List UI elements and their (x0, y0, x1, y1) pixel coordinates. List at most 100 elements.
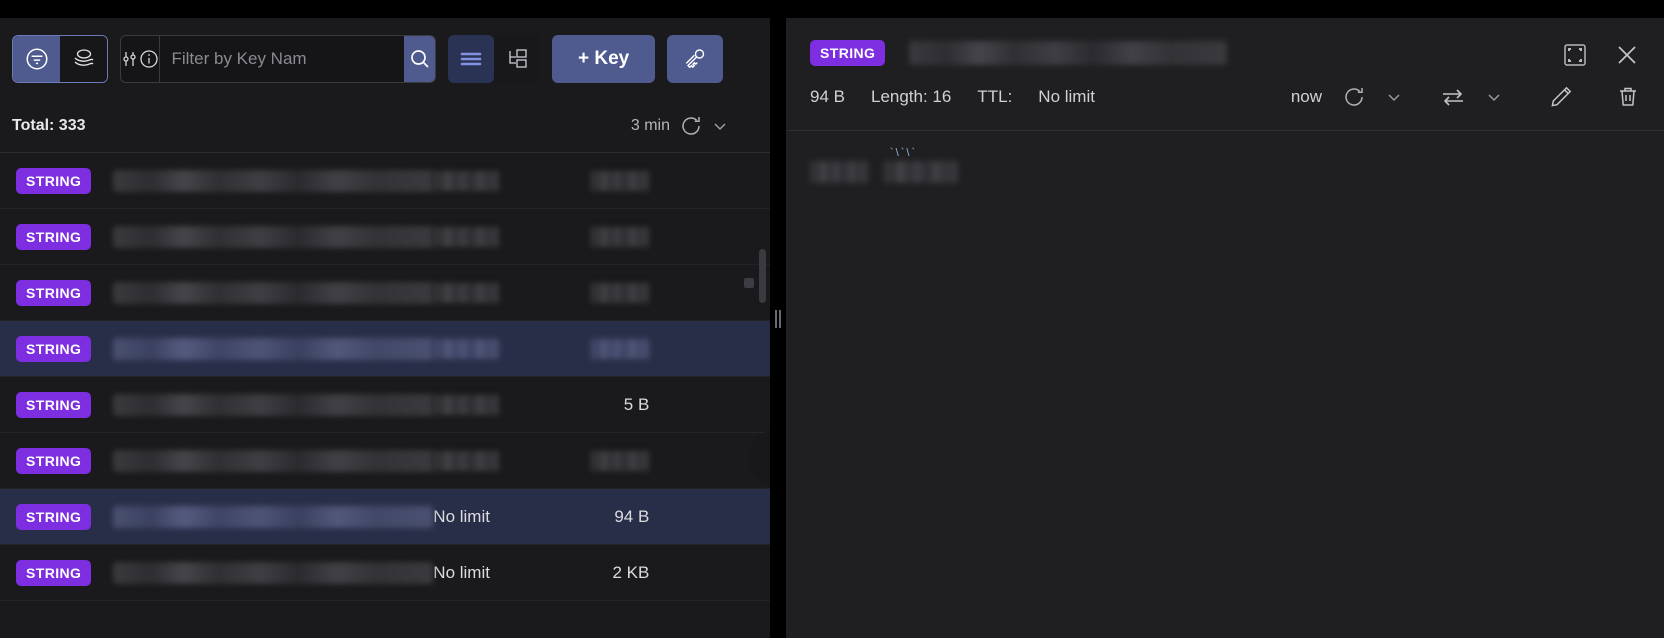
key-ttl-cell (433, 282, 571, 303)
filter-circle-icon (24, 46, 50, 72)
fullscreen-icon[interactable] (1562, 42, 1588, 68)
blurred-value (433, 394, 500, 415)
tree-view-button[interactable] (494, 35, 540, 83)
key-title-wrap: STRING (810, 40, 1562, 66)
key-type-badge: STRING (16, 391, 92, 418)
key-size-cell (571, 226, 667, 247)
view-mode-group (448, 35, 540, 83)
key-ttl-cell (433, 450, 571, 471)
key-name-cell (113, 505, 434, 528)
key-value-chunk-wrap: `\`\` (884, 147, 958, 183)
table-row[interactable]: STRING (0, 153, 770, 209)
layers-stack-icon (71, 47, 97, 71)
key-value-area[interactable]: `\`\` (786, 131, 1664, 638)
close-icon[interactable] (1614, 42, 1640, 68)
scroll-nub[interactable] (744, 278, 754, 288)
table-row[interactable]: STRING (0, 321, 770, 377)
key-meta-actions: now (1291, 84, 1640, 110)
refresh-controls: 3 min (631, 114, 758, 138)
key-ttl-cell (433, 226, 571, 247)
trash-icon[interactable] (1616, 84, 1640, 110)
key-value-chunk (884, 161, 958, 183)
blurred-value (591, 338, 650, 359)
key-type-badge: STRING (16, 335, 92, 362)
filter-mode-segmented-control (12, 35, 108, 83)
total-count-label: Total: 333 (12, 117, 86, 134)
swap-format-icon[interactable] (1440, 86, 1466, 108)
blurred-value (591, 170, 650, 191)
key-type-badge: STRING (16, 447, 92, 474)
key-name-cell (113, 169, 434, 192)
key-value-chunk (810, 161, 868, 183)
list-scrollbar[interactable] (759, 249, 766, 303)
refresh-icon[interactable] (679, 114, 703, 138)
list-view-button[interactable] (448, 35, 494, 83)
sliders-icon (121, 49, 139, 69)
key-size-cell (571, 338, 667, 359)
key-name-cell (113, 449, 434, 472)
key-name-cell (113, 561, 434, 584)
filter-circle-button[interactable] (13, 36, 60, 82)
key-details-header: STRING (786, 18, 1664, 68)
search-button[interactable] (404, 36, 435, 82)
key-type-badge: STRING (16, 223, 92, 250)
key-ttl-cell: No limit (433, 506, 490, 526)
key-name-value[interactable] (909, 41, 1228, 65)
key-ttl-cell (433, 338, 571, 359)
key-size-value: 94 B (810, 87, 845, 106)
blurred-value (433, 338, 500, 359)
key-size-cell (571, 170, 667, 191)
chevron-down-icon[interactable] (1486, 89, 1502, 105)
key-list-subbar: Total: 333 3 min (0, 100, 770, 152)
key-filter-box (120, 35, 436, 83)
key-ttl-label: TTL: (977, 87, 1013, 106)
key-value-syntax-hint: `\`\` (890, 147, 918, 159)
info-circle-icon (139, 49, 159, 69)
key-ttl-cell: No limit (433, 562, 490, 582)
key-type-badge: STRING (16, 559, 92, 586)
key-type-badge: STRING (16, 167, 92, 194)
key-list[interactable]: STRING STRING STRING STRING STRING 5 B STRING S… (0, 153, 770, 638)
key-list-panel: + Key Total: 333 3 min (0, 18, 770, 638)
key-details-meta: 94 B Length: 16 TTL: No limit now (786, 68, 1664, 110)
refresh-icon[interactable] (1342, 85, 1366, 109)
key-length-value: Length: 16 (870, 87, 952, 106)
blurred-value (591, 226, 650, 247)
table-row[interactable]: STRING (0, 209, 770, 265)
table-row[interactable]: STRING (0, 265, 770, 321)
splitter-grip-icon (775, 310, 781, 328)
pencil-icon[interactable] (1548, 84, 1574, 110)
app-root: + Key Total: 333 3 min (0, 0, 1664, 638)
key-size-cell (571, 282, 667, 303)
chevron-down-icon[interactable] (712, 118, 728, 134)
panel-splitter[interactable] (770, 0, 786, 638)
filter-info-button[interactable] (139, 36, 159, 82)
last-refresh-label: now (1290, 87, 1322, 106)
key-ttl-cell (433, 170, 571, 191)
key-name-cell (113, 393, 434, 416)
table-row[interactable]: STRING 5 B (0, 377, 770, 433)
table-row[interactable]: STRING No limit 94 B (0, 489, 770, 545)
bulk-keys-button[interactable] (667, 35, 724, 83)
refresh-interval-label: 3 min (630, 117, 670, 134)
key-type-badge: STRING (16, 503, 92, 530)
filter-settings-button[interactable] (121, 36, 139, 82)
blurred-value (433, 170, 500, 191)
key-type-badge: STRING (16, 279, 92, 306)
layers-stack-button[interactable] (60, 36, 107, 82)
key-name-cell (113, 225, 434, 248)
blurred-value (433, 226, 500, 247)
key-ttl-value[interactable]: No limit (1038, 87, 1095, 107)
key-size-cell: 2 KB (612, 562, 650, 582)
table-row[interactable]: STRING (0, 433, 770, 489)
add-key-button[interactable]: + Key (552, 35, 656, 83)
table-row[interactable]: STRING No limit 2 KB (0, 545, 770, 601)
list-view-icon (459, 50, 483, 68)
blurred-value (433, 450, 500, 471)
blurred-value (591, 282, 650, 303)
search-input[interactable] (159, 36, 405, 82)
key-details-panel: STRING 94 B Length: 16 TTL: No limit now… (786, 18, 1664, 638)
chevron-down-icon[interactable] (1386, 89, 1402, 105)
tree-view-icon (505, 48, 529, 70)
blurred-value (591, 450, 650, 471)
